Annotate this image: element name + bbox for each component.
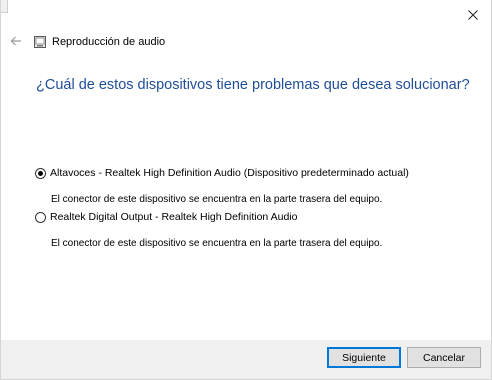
device-option-label: Realtek Digital Output - Realtek High De… — [50, 211, 298, 223]
radio-button[interactable] — [35, 212, 46, 223]
device-option-label: Altavoces - Realtek High Definition Audi… — [50, 167, 409, 179]
device-option-description: El conector de este dispositivo se encue… — [51, 194, 383, 205]
close-button[interactable] — [459, 4, 487, 26]
next-button[interactable]: Siguiente — [327, 347, 401, 368]
device-option-digital-output[interactable]: Realtek Digital Output - Realtek High De… — [35, 211, 297, 224]
cancel-button[interactable]: Cancelar — [407, 347, 481, 368]
back-arrow-icon — [10, 36, 21, 46]
close-icon — [468, 10, 478, 20]
page-heading: ¿Cuál de estos dispositivos tiene proble… — [36, 77, 470, 93]
background-window-edge — [1, 0, 8, 13]
radio-button-selected[interactable] — [35, 168, 46, 179]
device-option-description: El conector de este dispositivo se encue… — [51, 238, 383, 249]
device-option-altavoces[interactable]: Altavoces - Realtek High Definition Audi… — [35, 167, 409, 180]
window-title: Reproducción de audio — [52, 36, 166, 48]
audio-troubleshooter-icon — [34, 36, 46, 48]
back-button[interactable] — [8, 33, 24, 49]
troubleshooter-window: Reproducción de audio ¿Cuál de estos dis… — [0, 0, 492, 380]
